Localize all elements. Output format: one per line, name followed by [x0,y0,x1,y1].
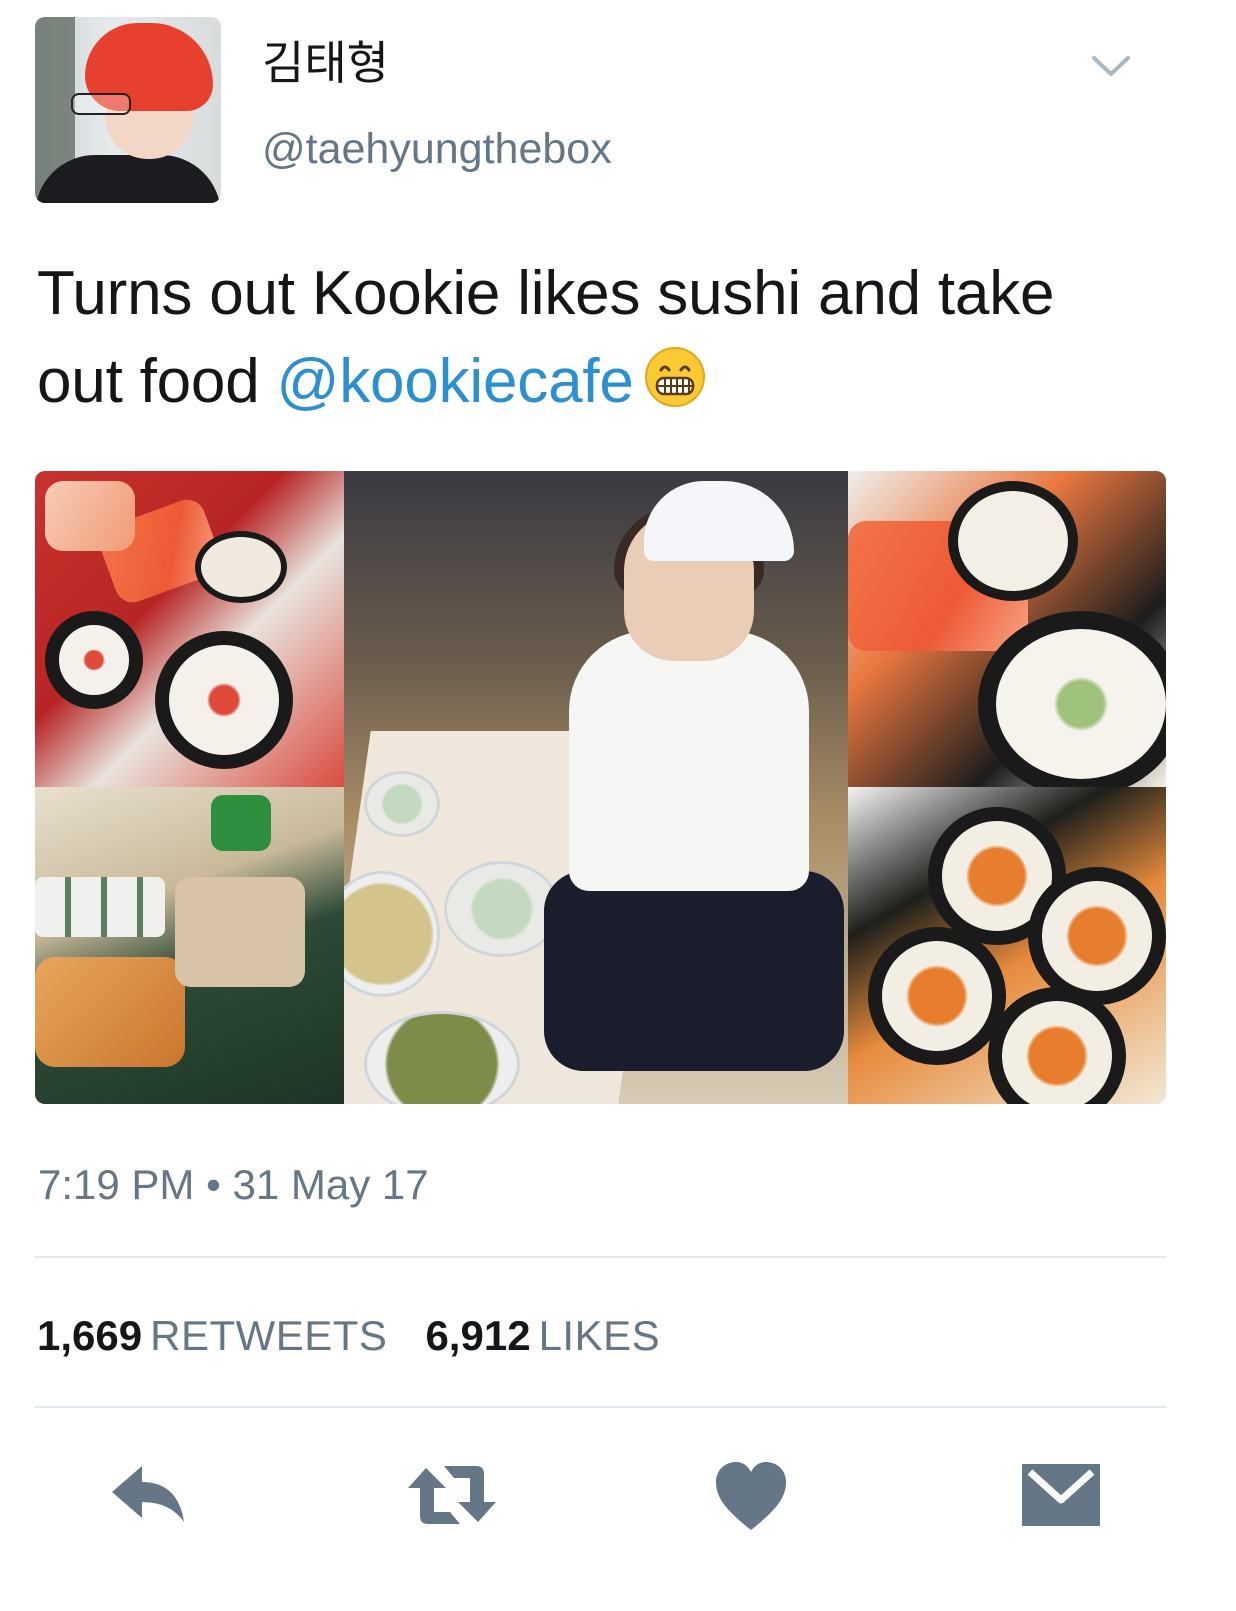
photo-gimbap [848,787,1166,1104]
timestamp-separator: • [194,1161,233,1208]
mention-link[interactable]: @kookiecafe [277,347,634,416]
retweets-label: RETWEETS [150,1312,388,1359]
divider [35,1256,1166,1258]
tweet-text-line1: Turns out Kookie likes sushi and take [37,259,1055,328]
photo-person-with-food [344,471,848,1104]
heart-icon[interactable] [706,1450,796,1540]
tweet-photo-collage[interactable] [35,471,1166,1104]
grimacing-face-emoji-icon [644,344,706,407]
retweets-stat[interactable]: 1,669 RETWEETS [37,1312,387,1359]
photo-bento-tray [35,787,344,1104]
divider [35,1406,1166,1408]
chevron-down-icon[interactable] [1088,52,1134,82]
likes-count: 6,912 [425,1312,531,1359]
tweet-date: 31 May 17 [232,1161,429,1208]
photo-salmon-sushi [848,471,1166,787]
photo-sushi-bento [35,471,344,787]
retweet-icon[interactable] [402,1450,502,1540]
tweet-stats: 1,669 RETWEETS 6,912 LIKES [37,1315,660,1357]
tweet-text-line2: out food [37,347,277,416]
display-name[interactable]: 김태형 [262,40,389,86]
tweet-timestamp[interactable]: 7:19 PM • 31 May 17 [38,1164,429,1206]
reply-icon[interactable] [104,1450,194,1540]
retweets-count: 1,669 [37,1312,143,1359]
envelope-icon[interactable] [1016,1450,1106,1540]
avatar[interactable] [35,17,221,203]
user-handle[interactable]: @taehyungthebox [262,128,612,171]
tweet-time: 7:19 PM [38,1161,195,1208]
likes-stat[interactable]: 6,912 LIKES [425,1312,660,1359]
tweet-text: Turns out Kookie likes sushi and take ou… [37,250,1197,426]
likes-label: LIKES [538,1312,661,1359]
